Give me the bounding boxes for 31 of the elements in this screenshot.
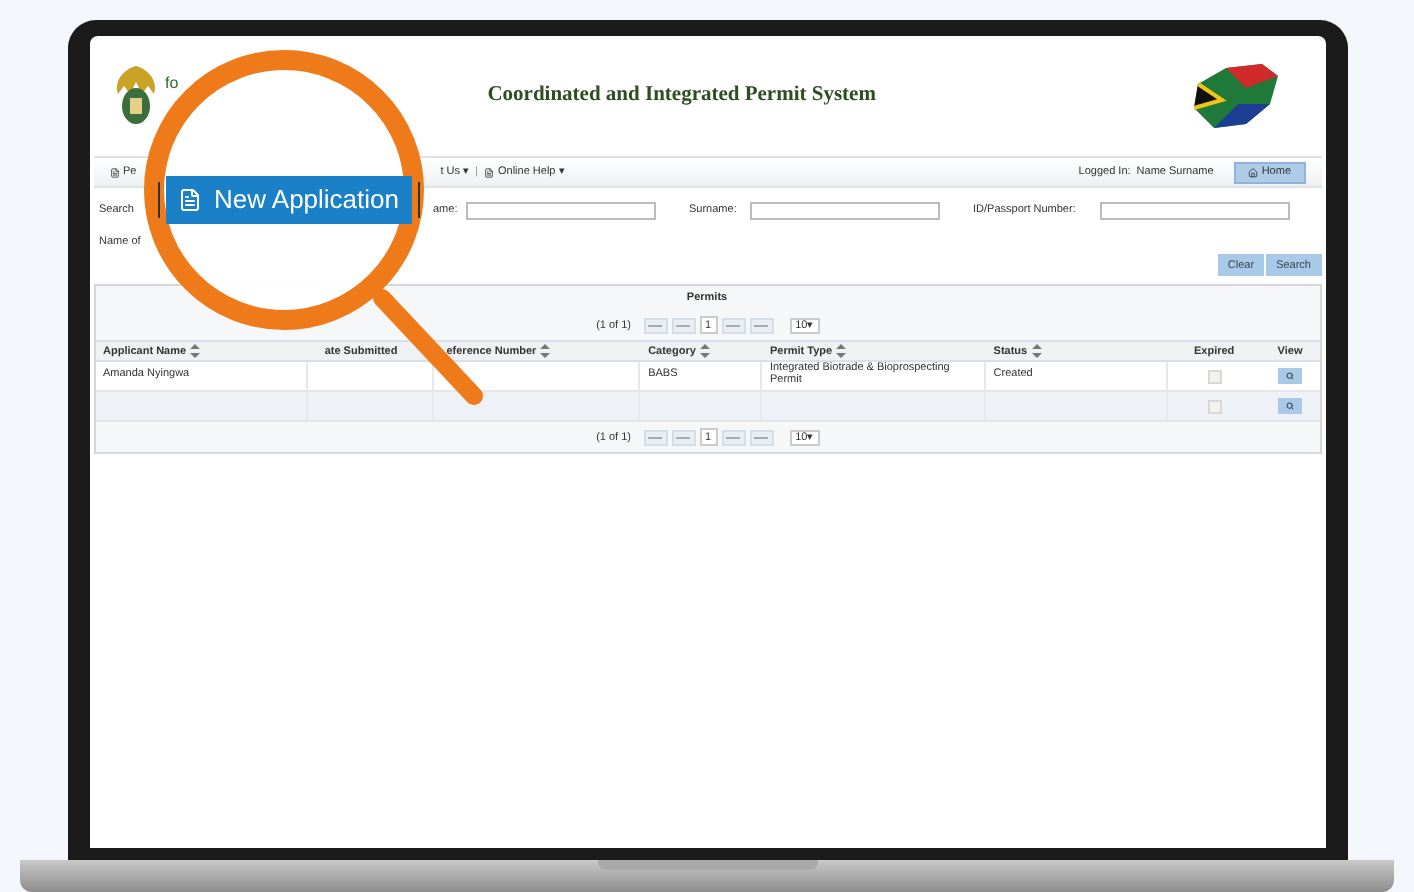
sort-icon[interactable] xyxy=(836,344,847,359)
sort-icon[interactable] xyxy=(540,344,551,359)
page-title: Coordinated and Integrated Permit System xyxy=(487,82,876,111)
input-field[interactable] xyxy=(749,202,939,220)
new-application-button[interactable]: New Application xyxy=(166,176,411,224)
logo-text: fo xyxy=(165,72,179,96)
first-page-button[interactable] xyxy=(643,429,667,446)
expired-checkbox[interactable] xyxy=(1207,399,1222,414)
previous-page-button[interactable] xyxy=(671,317,695,334)
last-page-button[interactable] xyxy=(749,317,774,334)
first-page-button[interactable] xyxy=(643,317,667,334)
next-page-button[interactable] xyxy=(721,317,746,334)
input-field[interactable] xyxy=(1099,202,1289,220)
home-icon xyxy=(1247,167,1258,177)
separator xyxy=(157,182,160,218)
page-icon xyxy=(178,188,202,212)
search-icon xyxy=(1286,402,1295,411)
last-page-button[interactable] xyxy=(749,429,774,446)
sort-icon[interactable] xyxy=(699,344,710,359)
separator xyxy=(417,182,420,218)
next-page-button[interactable] xyxy=(721,429,746,446)
search-icon xyxy=(1286,372,1295,381)
view-button[interactable] xyxy=(1278,368,1303,385)
input-field[interactable] xyxy=(465,202,655,220)
view-button[interactable] xyxy=(1278,398,1303,415)
sort-icon[interactable] xyxy=(190,344,201,359)
expired-checkbox[interactable] xyxy=(1207,369,1222,384)
page-icon xyxy=(109,167,119,177)
page-icon xyxy=(483,167,494,177)
sort-icon[interactable] xyxy=(1031,344,1042,359)
previous-page-button[interactable] xyxy=(671,429,695,446)
